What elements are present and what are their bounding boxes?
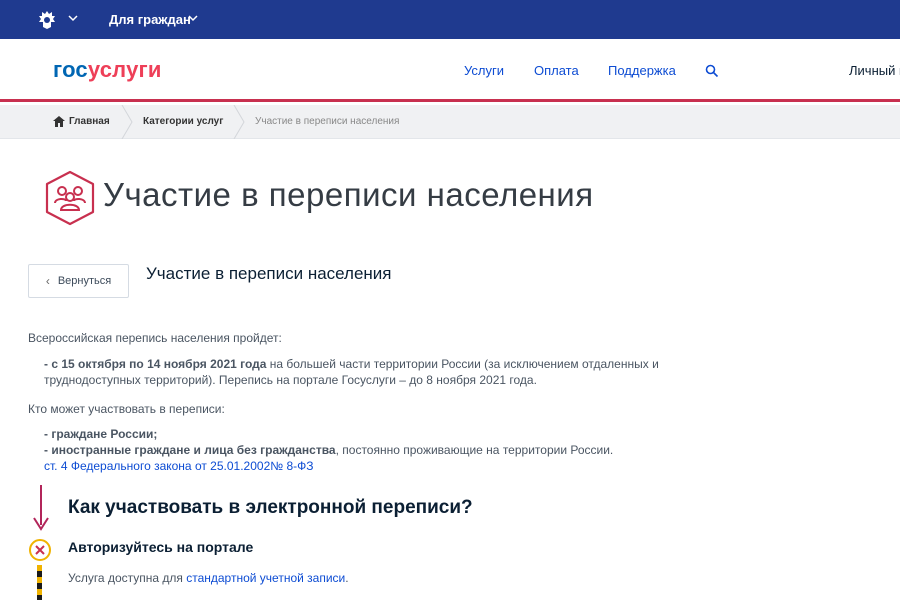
for-citizens-menu[interactable]: Для граждан [109,12,191,27]
census-dates-line2: труднодоступных территорий). Перепись на… [44,373,537,387]
top-bar: Для граждан [0,0,900,39]
nav-payment[interactable]: Оплата [534,63,579,78]
back-button-label: Вернуться [57,275,112,287]
nav-services[interactable]: Услуги [464,63,504,78]
census-intro: Всероссийская перепись населения пройдет… [28,331,282,345]
who-item-foreigners: - иностранные граждане и лица без гражда… [44,443,336,457]
who-item-citizens: - граждане России; [44,427,158,441]
back-button[interactable]: ‹ Вернуться [28,264,129,298]
nav-support[interactable]: Поддержка [608,63,676,78]
service-title: Участие в переписи населения [146,264,392,283]
breadcrumb-home[interactable]: Главная [69,116,110,127]
step-desc-prefix: Услуга доступна для [68,571,187,585]
logo-part-gos: гос [53,57,88,82]
chevron-down-icon[interactable] [188,14,198,22]
breadcrumb-separator [121,105,133,139]
timeline-stripe [37,565,42,600]
personal-account-link[interactable]: Личный к [849,63,900,78]
breadcrumb-categories[interactable]: Категории услуг [143,116,223,127]
page-title: Участие в переписи населения [103,176,594,213]
census-dates-bold: - с 15 октября по 14 ноября 2021 года [44,357,267,371]
federal-law-link[interactable]: ст. 4 Федерального закона от 25.01.2002№… [44,459,314,473]
logo-part-uslugi: услуги [87,57,162,82]
chevron-down-icon[interactable] [68,14,78,22]
census-dates: - с 15 октября по 14 ноября 2021 года на… [44,356,664,388]
search-icon[interactable] [705,64,719,78]
how-to-participate-title: Как участвовать в электронной переписи? [68,497,473,518]
close-circle-icon [29,539,51,561]
who-intro: Кто может участвовать в переписи: [28,402,225,416]
people-group-icon [45,170,95,226]
arrow-down-icon [33,517,49,531]
step-description: Услуга доступна для стандартной учетной … [68,571,349,585]
who-item-foreigners-rest: , постоянно проживающие на территории Ро… [335,443,614,457]
home-icon [53,116,65,127]
step-desc-suffix: . [345,571,349,585]
gosuslugi-logo[interactable]: госуслуги [53,57,162,83]
breadcrumb-current: Участие в переписи населения [255,116,400,127]
breadcrumb: Главная Категории услуг Участие в перепи… [0,105,900,139]
emblem-icon[interactable] [36,9,58,31]
site-header: госуслуги Услуги Оплата Поддержка Личный… [0,39,900,102]
who-list: - граждане России; - иностранные граждан… [44,426,664,474]
census-dates-rest: на большей части территории России (за и… [266,357,659,371]
breadcrumb-separator [233,105,245,139]
standard-account-link[interactable]: стандартной учетной записи [186,571,345,585]
step-title: Авторизуйтесь на портале [68,539,254,555]
chevron-left-icon: ‹ [45,274,50,288]
